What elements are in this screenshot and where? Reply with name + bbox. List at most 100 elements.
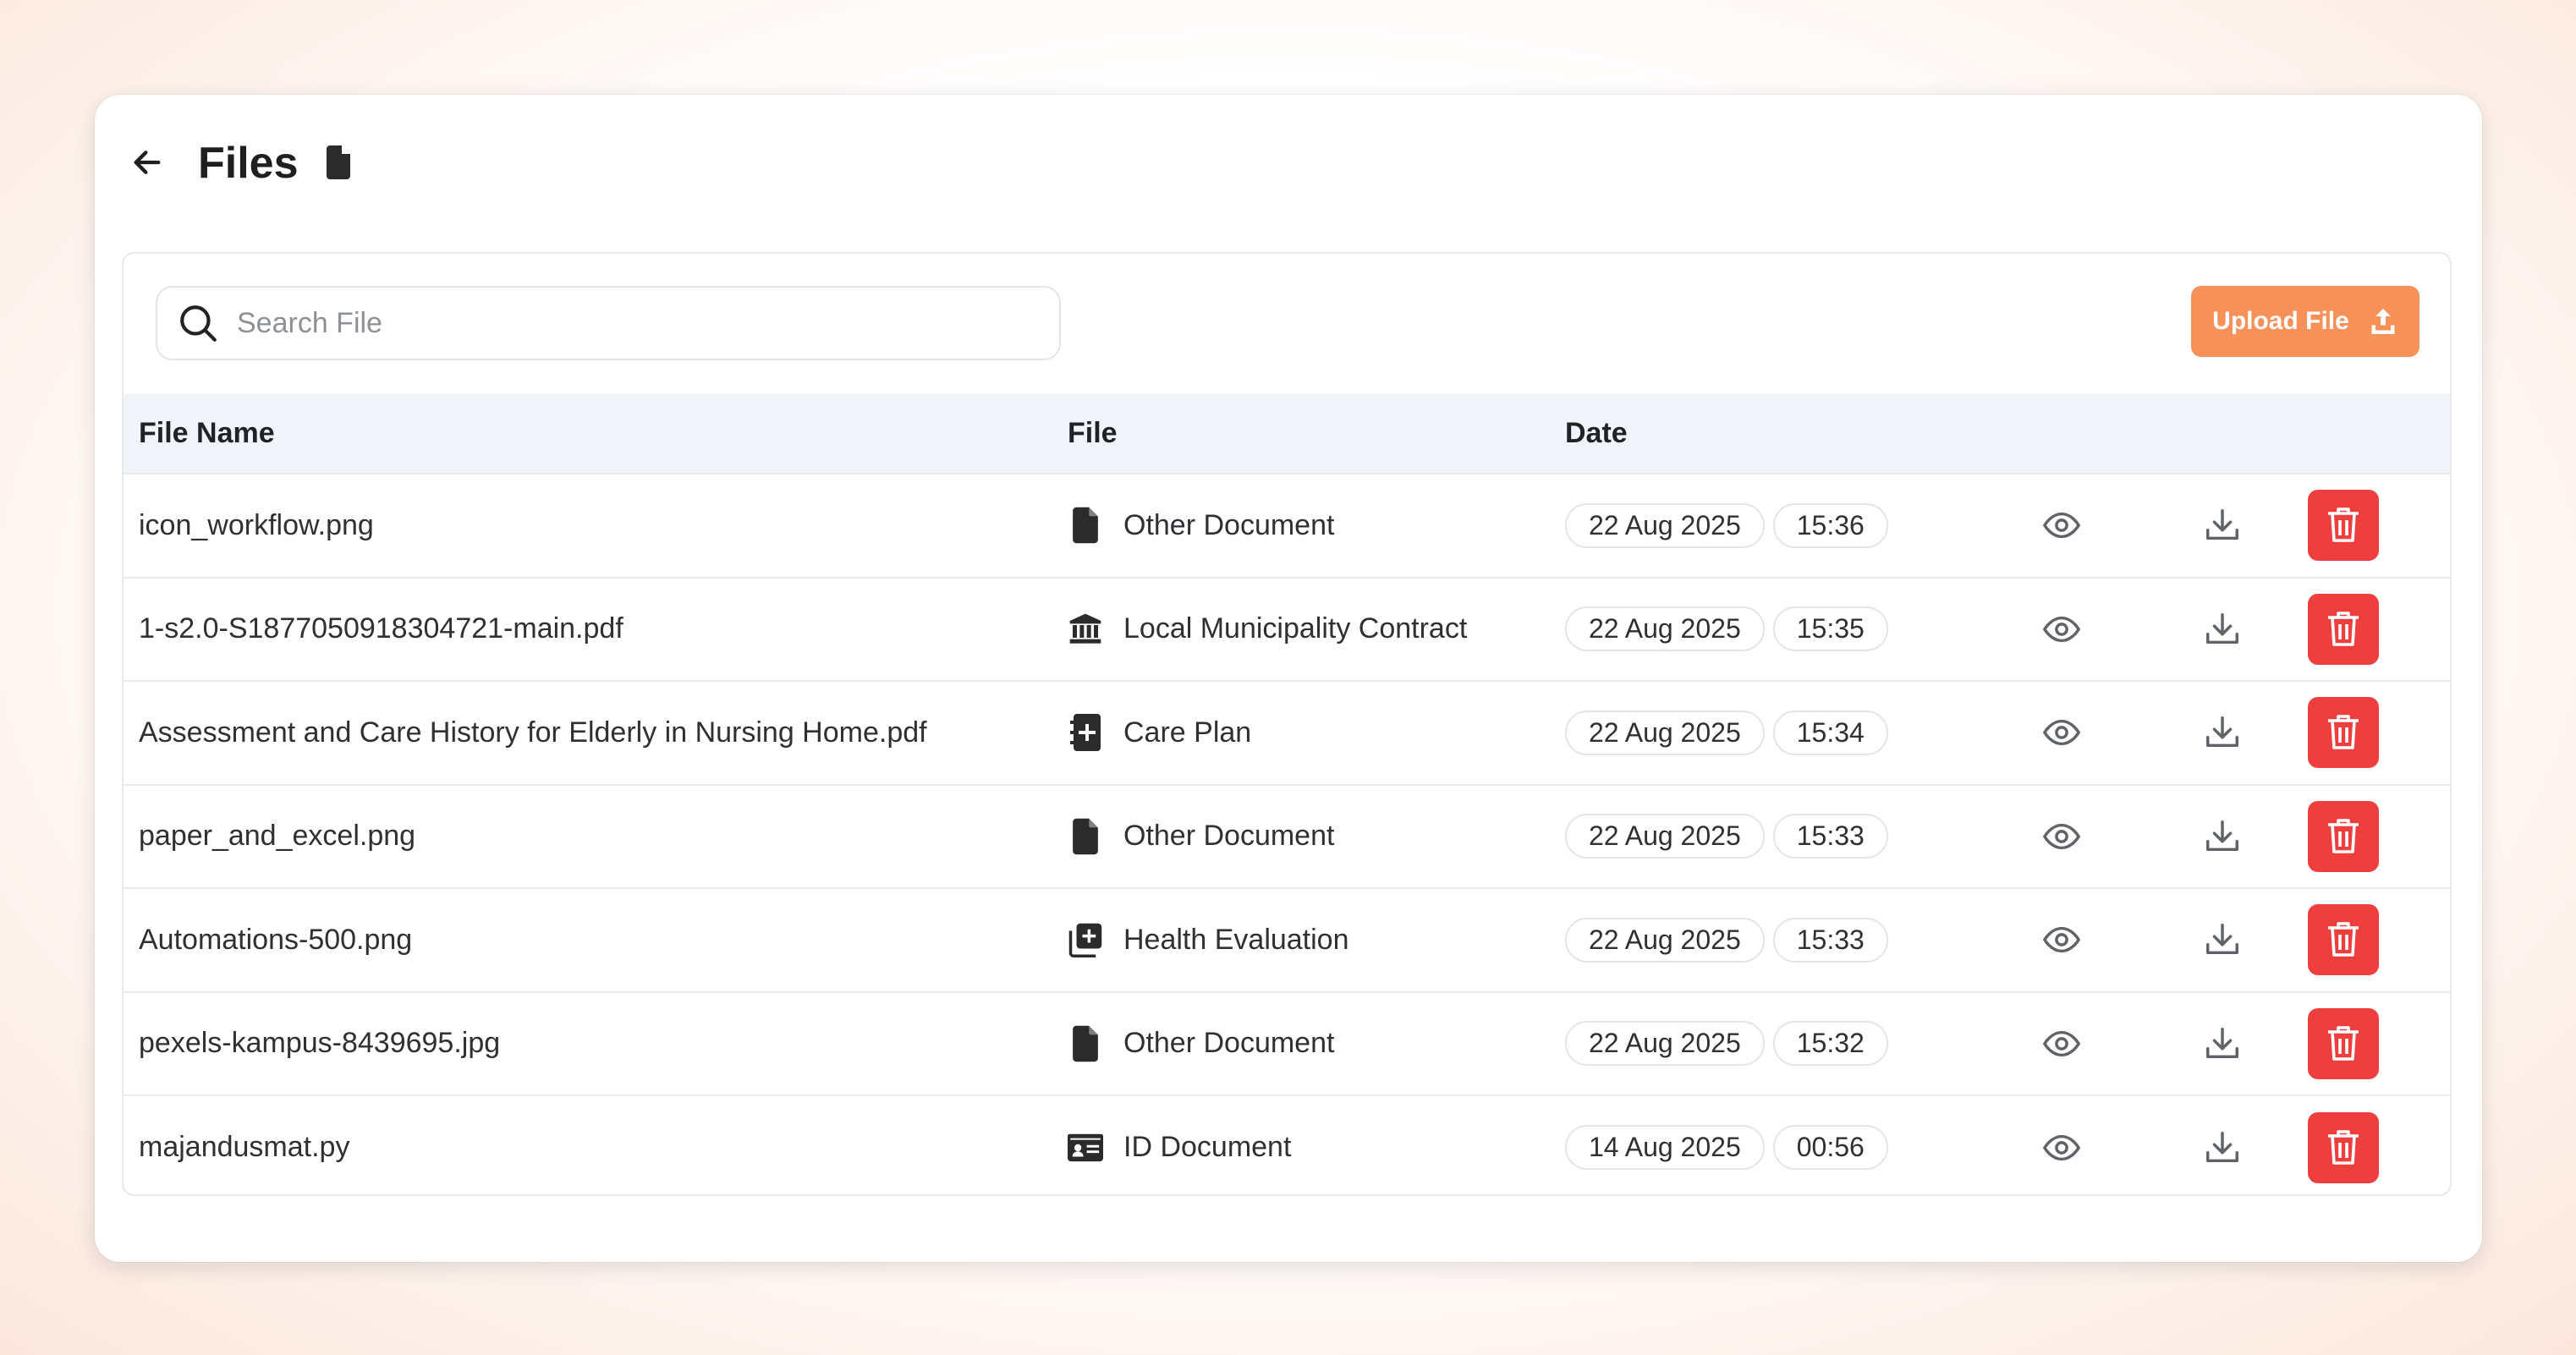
table-row[interactable]: icon_workflow.png Other Document 22 Aug … [124,474,2450,578]
search-input[interactable] [237,306,998,340]
view-button[interactable] [1981,610,2142,649]
delete-cell [2303,888,2450,992]
page-title: Files [198,139,299,188]
view-cell [1981,578,2142,682]
column-header-file-name[interactable]: File Name [124,394,1052,474]
view-cell [1981,474,2142,578]
delete-button[interactable] [2308,697,2379,769]
table-row[interactable]: majandusmat.py ID Document 14 Aug 2025 0… [124,1095,2450,1194]
view-button[interactable] [1981,1024,2142,1063]
file-type-cell: Other Document [1052,474,1550,578]
medical-copy-icon [1068,920,1103,959]
download-icon [2206,820,2238,851]
table-row[interactable]: paper_and_excel.png Other Document 22 Au… [124,784,2450,889]
view-button[interactable] [1981,1128,2142,1167]
view-button[interactable] [1981,920,2142,959]
upload-file-label: Upload File [2212,307,2349,335]
file-type-cell: Care Plan [1052,681,1550,785]
date-chips: 22 Aug 2025 15:34 [1565,710,1981,755]
time-badge: 15:35 [1772,606,1888,652]
eye-icon [2042,927,2081,953]
search-icon [174,299,222,347]
file-icon [1068,1024,1103,1063]
file-name-cell: 1-s2.0-S1877050918304721-main.pdf [124,578,1052,682]
column-header-download [2142,394,2303,474]
column-header-date[interactable]: Date [1550,394,1981,474]
download-cell [2142,1095,2303,1194]
delete-button[interactable] [2308,1007,2379,1079]
file-name-cell: paper_and_excel.png [124,785,1052,889]
download-cell [2142,681,2303,785]
file-name-cell: Automations-500.png [124,888,1052,992]
download-button[interactable] [2142,817,2303,856]
download-button[interactable] [2142,610,2303,649]
toolbar: Upload File [124,254,2450,394]
delete-cell [2303,578,2450,682]
download-button[interactable] [2142,920,2303,959]
delete-button[interactable] [2308,800,2379,872]
file-type-label: Other Document [1123,1027,1335,1060]
page-header: Files [95,95,2482,222]
view-cell [1981,888,2142,992]
file-type-cell: ID Document [1052,1095,1550,1194]
upload-file-button[interactable]: Upload File [2191,286,2419,357]
eye-icon [2042,1134,2081,1160]
file-name: pexels-kampus-8439695.jpg [139,1027,501,1060]
date-cell: 14 Aug 2025 00:56 [1550,1095,1981,1194]
delete-cell [2303,785,2450,889]
bank-icon [1068,610,1103,649]
back-button[interactable] [120,135,174,189]
column-header-delete [2303,394,2450,474]
eye-icon [2042,823,2081,849]
date-badge: 22 Aug 2025 [1565,917,1765,963]
column-header-view [1981,394,2142,474]
trash-icon [2328,715,2359,750]
view-cell [1981,992,2142,1096]
file-type-cell: Other Document [1052,992,1550,1096]
upload-icon [2368,306,2398,337]
trash-icon [2328,611,2359,646]
delete-button[interactable] [2308,490,2379,562]
time-badge: 00:56 [1772,1125,1888,1171]
file-type: Other Document [1068,1024,1550,1063]
file-icon [1068,506,1103,545]
download-cell [2142,578,2303,682]
view-button[interactable] [1981,713,2142,752]
date-chips: 22 Aug 2025 15:35 [1565,606,1981,652]
table-row[interactable]: pexels-kampus-8439695.jpg Other Document… [124,991,2450,1096]
download-button[interactable] [2142,1128,2303,1167]
file-name: majandusmat.py [139,1131,350,1164]
file-type-cell: Local Municipality Contract [1052,578,1550,682]
files-panel: Upload File File Name File Date icon_wor… [122,252,2452,1196]
date-badge: 14 Aug 2025 [1565,1125,1765,1171]
download-cell [2142,888,2303,992]
delete-button[interactable] [2308,593,2379,665]
view-button[interactable] [1981,817,2142,856]
date-chips: 22 Aug 2025 15:36 [1565,502,1981,548]
delete-button[interactable] [2308,904,2379,976]
delete-button[interactable] [2308,1111,2379,1183]
trash-icon [2328,818,2359,853]
file-type-cell: Health Evaluation [1052,888,1550,992]
date-badge: 22 Aug 2025 [1565,814,1765,859]
delete-cell [2303,1095,2450,1194]
view-cell [1981,785,2142,889]
download-button[interactable] [2142,713,2303,752]
table-row[interactable]: Assessment and Care History for Elderly … [124,681,2450,785]
medical-book-icon [1068,713,1103,752]
column-header-file[interactable]: File [1052,394,1550,474]
download-cell [2142,992,2303,1096]
download-button[interactable] [2142,506,2303,545]
view-button[interactable] [1981,506,2142,545]
file-name: 1-s2.0-S1877050918304721-main.pdf [139,612,623,645]
file-name: Automations-500.png [139,923,413,956]
trash-icon [2328,922,2359,957]
table-row[interactable]: 1-s2.0-S1877050918304721-main.pdf Local … [124,577,2450,682]
table-row[interactable]: Automations-500.png Health Evaluation 22… [124,888,2450,992]
download-button[interactable] [2142,1024,2303,1063]
file-icon [316,140,360,184]
delete-cell [2303,992,2450,1096]
trash-icon [2328,507,2359,543]
date-chips: 22 Aug 2025 15:33 [1565,814,1981,859]
delete-cell [2303,681,2450,785]
